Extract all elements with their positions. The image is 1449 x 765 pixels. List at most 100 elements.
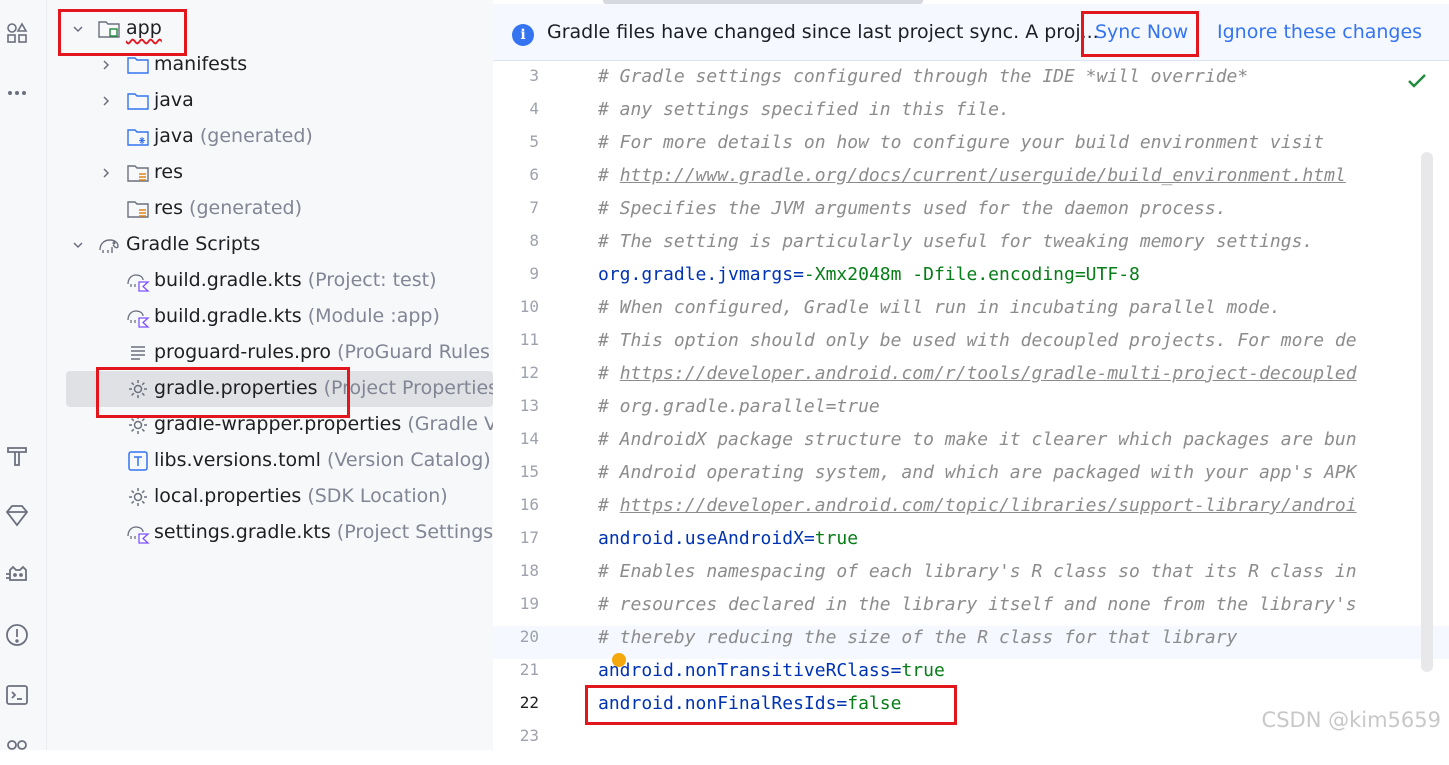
tree-item-build-gradle-module[interactable]: build.gradle.kts (Module :app) xyxy=(47,299,493,335)
gem-icon[interactable] xyxy=(0,500,34,530)
property-key: org.gradle.jvmargs xyxy=(598,264,794,285)
tree-item-proguard-rules[interactable]: proguard-rules.pro (ProGuard Rules f xyxy=(47,335,493,371)
gradle-kotlin-file-icon xyxy=(126,305,150,329)
intention-bulb-dot[interactable] xyxy=(612,653,626,667)
chevron-down-icon[interactable] xyxy=(71,238,85,252)
comment-text: # any settings specified in this file. xyxy=(598,99,1010,120)
tree-item-res-generated[interactable]: res (generated) xyxy=(47,191,493,227)
ignore-changes-link[interactable]: Ignore these changes xyxy=(1217,21,1422,43)
tree-item-label: build.gradle.kts xyxy=(154,305,302,327)
chevron-right-icon[interactable] xyxy=(99,94,113,108)
code-area[interactable]: # Gradle settings configured through the… xyxy=(598,60,1435,750)
terminal-icon[interactable] xyxy=(0,680,34,710)
tree-item-gradle-scripts[interactable]: Gradle Scripts xyxy=(47,227,493,263)
tree-item-libs-versions-toml[interactable]: libs.versions.toml (Version Catalog) xyxy=(47,443,493,479)
line-number: 9 xyxy=(529,264,539,283)
tree-item-java-generated[interactable]: java (generated) xyxy=(47,119,493,155)
tree-item-java[interactable]: java xyxy=(47,83,493,119)
line-number: 16 xyxy=(519,495,539,514)
code-line: # Gradle settings configured through the… xyxy=(598,60,1248,93)
chevron-right-icon[interactable] xyxy=(99,58,113,72)
comment-text: # AndroidX package structure to make it … xyxy=(598,429,1357,450)
tree-item-label: res xyxy=(154,197,183,219)
problems-icon[interactable] xyxy=(0,620,34,650)
resource-folder-icon xyxy=(126,161,150,185)
line-number: 8 xyxy=(529,231,539,250)
tree-item-hint: (generated) xyxy=(199,125,313,147)
resource-folder-icon xyxy=(126,197,150,221)
code-line: android.useAndroidX=true xyxy=(598,522,858,555)
comment-text: # org.gradle.parallel=true xyxy=(598,396,880,417)
build-hammer-icon[interactable] xyxy=(0,440,34,470)
tree-item-label: manifests xyxy=(154,53,248,75)
tree-item-hint: (Module :app) xyxy=(307,305,440,327)
line-number: 4 xyxy=(529,99,539,118)
editor[interactable]: i Gradle files have changed since last p… xyxy=(493,0,1449,750)
comment-url-link[interactable]: https://developer.android.com/topic/libr… xyxy=(620,495,1357,516)
no-problems-check-icon xyxy=(1407,70,1427,94)
line-number: 12 xyxy=(519,363,539,382)
highlight-box-app xyxy=(58,9,187,56)
services-icon[interactable] xyxy=(0,735,34,765)
tree-item-build-gradle-project[interactable]: build.gradle.kts (Project: test) xyxy=(47,263,493,299)
comment-prefix: # xyxy=(598,363,620,384)
comment-prefix: # xyxy=(598,165,620,186)
chevron-right-icon[interactable] xyxy=(99,166,113,180)
tree-item-hint: (Version Catalog) xyxy=(327,449,491,471)
toml-file-icon xyxy=(126,449,150,473)
logcat-icon[interactable] xyxy=(0,560,34,590)
tree-item-hint: (Project: test) xyxy=(307,269,437,291)
line-number: 13 xyxy=(519,396,539,415)
more-icon[interactable] xyxy=(0,78,34,108)
project-structure-icon[interactable] xyxy=(0,18,34,48)
gradle-sync-banner: i Gradle files have changed since last p… xyxy=(493,4,1449,61)
highlight-box-nonfinalresids xyxy=(585,685,957,725)
line-number: 3 xyxy=(529,66,539,85)
code-line: # http://www.gradle.org/docs/current/use… xyxy=(598,159,1346,192)
line-number: 15 xyxy=(519,462,539,481)
code-line: # Specifies the JVM arguments used for t… xyxy=(598,192,1227,225)
comment-text: # thereby reducing the size of the R cla… xyxy=(598,627,1238,648)
code-line: org.gradle.jvmargs=-Xmx2048m -Dfile.enco… xyxy=(598,258,1140,291)
line-number: 19 xyxy=(519,594,539,613)
comment-text: # When configured, Gradle will run in in… xyxy=(598,297,1281,318)
tree-item-settings-gradle[interactable]: settings.gradle.kts (Project Settings) xyxy=(47,515,493,551)
settings-gear-icon xyxy=(126,485,150,509)
property-value: true xyxy=(814,528,859,549)
tree-item-res[interactable]: res xyxy=(47,155,493,191)
code-line: # AndroidX package structure to make it … xyxy=(598,423,1357,456)
comment-text: # Gradle settings configured through the… xyxy=(598,66,1249,87)
tool-window-strip xyxy=(0,0,47,750)
code-line: # thereby reducing the size of the R cla… xyxy=(598,621,1237,654)
code-line: # This option should only be used with d… xyxy=(598,324,1357,357)
highlight-box-sync-now xyxy=(1081,11,1199,57)
tree-item-label: res xyxy=(154,161,183,183)
vertical-scrollbar[interactable] xyxy=(1421,152,1433,672)
tree-item-label: proguard-rules.pro xyxy=(154,341,332,363)
comment-url-link[interactable]: https://developer.android.com/r/tools/gr… xyxy=(620,363,1357,384)
tree-item-local-properties[interactable]: local.properties (SDK Location) xyxy=(47,479,493,515)
tree-item-label: local.properties xyxy=(154,485,302,507)
code-line: # Enables namespacing of each library's … xyxy=(598,555,1357,588)
generated-folder-icon xyxy=(126,125,150,149)
line-number: 7 xyxy=(529,198,539,217)
highlight-box-gradle-properties xyxy=(96,367,350,418)
tree-item-hint: (generated) xyxy=(189,197,302,219)
line-number: 6 xyxy=(529,165,539,184)
code-line: # https://developer.android.com/topic/li… xyxy=(598,489,1357,522)
comment-url-link[interactable]: http://www.gradle.org/docs/current/userg… xyxy=(620,165,1346,186)
code-line: # resources declared in the library itse… xyxy=(598,588,1357,621)
tree-item-hint: (Gradle Ve xyxy=(407,413,493,435)
comment-prefix: # xyxy=(598,495,620,516)
tree-item-hint: (ProGuard Rules f xyxy=(337,341,493,363)
banner-message: Gradle files have changed since last pro… xyxy=(547,21,1099,43)
property-key: android.nonTransitiveRClass xyxy=(598,660,891,681)
property-equals: = xyxy=(890,660,902,681)
comment-text: # Android operating system, and which ar… xyxy=(598,462,1357,483)
tree-item-hint: (Project Settings) xyxy=(336,521,493,543)
folder-icon xyxy=(126,89,150,113)
text-file-icon xyxy=(126,341,150,365)
comment-text: # resources declared in the library itse… xyxy=(598,594,1357,615)
line-number: 22 xyxy=(519,693,539,712)
property-key: android.useAndroidX xyxy=(598,528,804,549)
